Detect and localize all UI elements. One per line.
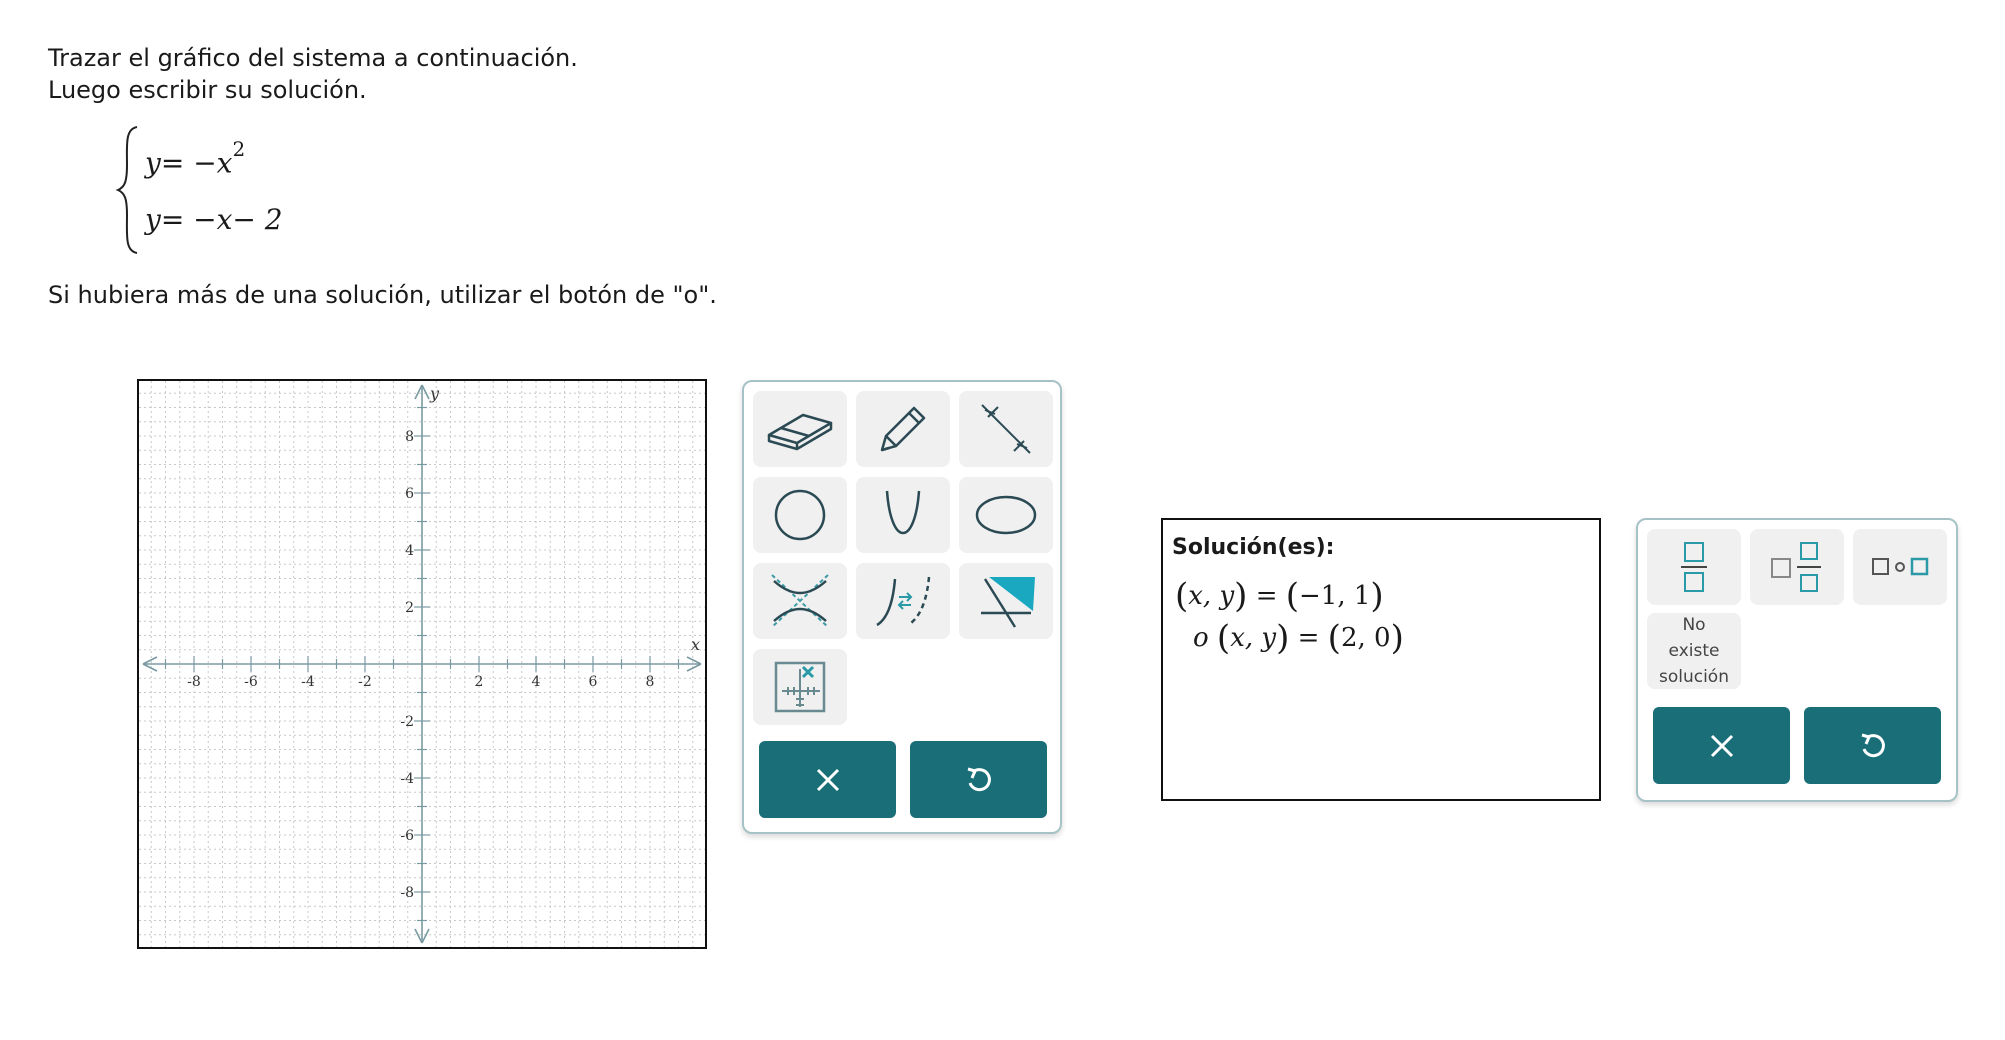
x-tick-label: -4 — [301, 674, 315, 690]
y-tick-label: 6 — [405, 486, 414, 502]
graph-canvas[interactable]: -8 -6 -4 -2 2 4 6 8 8 6 4 2 -2 -4 -6 -8 x y — [137, 379, 707, 949]
x-tick-label: -8 — [187, 674, 201, 690]
eq1-exponent: 2 — [232, 137, 246, 161]
line-icon — [981, 404, 1031, 454]
fraction-key[interactable] — [1647, 529, 1741, 605]
solution-title: Solución(es): — [1172, 535, 1335, 560]
equation-1: y= −x2 — [145, 137, 245, 180]
eq1-rhs: = −x — [160, 146, 233, 180]
clear-answer-button[interactable] — [1653, 707, 1790, 784]
solution-2-lhs: x, y — [1230, 623, 1277, 653]
ellipse-tool-button[interactable] — [959, 477, 1053, 553]
hyperbola-icon — [771, 574, 829, 628]
undo-icon — [1861, 733, 1885, 757]
parabola-tool-button[interactable] — [856, 477, 950, 553]
instruction-line-2: Luego escribir su solución. — [48, 76, 367, 104]
solution-1-lhs: x, y — [1188, 581, 1235, 611]
y-tick-label: 2 — [405, 600, 414, 616]
parabola-icon — [885, 490, 921, 535]
y-tick-label: -6 — [400, 828, 414, 844]
y-tick-label: 4 — [405, 543, 414, 559]
pencil-icon — [880, 406, 926, 452]
close-icon — [1710, 734, 1733, 757]
no-solution-line-3: solución — [1658, 667, 1729, 687]
no-solution-line-2: existe — [1668, 641, 1720, 661]
y-tick-label: 8 — [405, 429, 414, 445]
line-tool-button[interactable] — [959, 391, 1053, 467]
undo-answer-button[interactable] — [1804, 707, 1941, 784]
inverse-function-tool-button[interactable] — [856, 563, 950, 639]
hyperbola-tool-button[interactable] — [753, 563, 847, 639]
or-button-note: Si hubiera más de una solución, utilizar… — [48, 281, 717, 309]
shade-region-icon — [981, 577, 1035, 628]
x-tick-label: 8 — [646, 674, 655, 690]
solution-answer-box[interactable]: Solución(es): (x, y) = (−1, 1) o (x, y) … — [1161, 518, 1601, 801]
y-tick-label: -2 — [400, 714, 414, 730]
circle-icon — [774, 489, 826, 541]
equation-system: y= −x2 y= −x− 2 — [115, 125, 315, 255]
x-tick-label: 6 — [589, 674, 598, 690]
x-tick-label: -6 — [244, 674, 258, 690]
no-solution-key[interactable]: No existe solución — [1647, 613, 1741, 689]
solution-2-rhs: 2, 0 — [1340, 623, 1391, 653]
solution-1-rhs: −1, 1 — [1299, 581, 1371, 611]
move-graph-icon — [774, 661, 826, 713]
inverse-function-icon — [876, 576, 931, 627]
solution-1-equals: = — [1255, 581, 1278, 611]
instruction-line-1: Trazar el gráfico del sistema a continua… — [48, 44, 578, 72]
shade-region-tool-button[interactable] — [959, 563, 1053, 639]
no-solution-line-1: No — [1682, 615, 1706, 635]
move-graph-tool-button[interactable] — [753, 649, 847, 725]
x-tick-label: 2 — [475, 674, 484, 690]
ellipse-icon — [975, 495, 1037, 535]
instructions: Trazar el gráfico del sistema a continua… — [48, 42, 578, 106]
fraction-icon — [1681, 542, 1707, 592]
eq1-lhs: y — [145, 146, 161, 180]
undo-graph-button[interactable] — [910, 741, 1047, 818]
equation-2: y= −x− 2 — [145, 203, 283, 236]
brace-icon — [115, 126, 138, 254]
circle-tool-button[interactable] — [753, 477, 847, 553]
close-icon — [816, 768, 839, 791]
answer-keypad: No existe solución — [1636, 518, 1958, 802]
pencil-tool-button[interactable] — [856, 391, 950, 467]
x-tick-label: 4 — [532, 674, 541, 690]
solution-line-1: (x, y) = (−1, 1) — [1175, 576, 1384, 616]
or-key[interactable] — [1853, 529, 1947, 605]
y-tick-label: -4 — [400, 771, 414, 787]
x-axis-label: x — [691, 635, 700, 654]
or-icon — [1872, 557, 1929, 576]
solution-2-equals: = — [1297, 623, 1320, 653]
solution-2-or: o — [1193, 623, 1209, 653]
graph-toolbox — [742, 380, 1062, 834]
eraser-tool-button[interactable] — [753, 391, 847, 467]
clear-graph-button[interactable] — [759, 741, 896, 818]
mixed-number-key[interactable] — [1750, 529, 1844, 605]
undo-icon — [967, 767, 991, 791]
y-tick-label: -8 — [400, 885, 414, 901]
y-axis-label: y — [429, 384, 440, 403]
x-tick-label: -2 — [358, 674, 372, 690]
solution-line-2: o (x, y) = (2, 0) — [1193, 618, 1404, 658]
eraser-icon — [767, 413, 833, 451]
mixed-number-icon — [1771, 542, 1821, 592]
